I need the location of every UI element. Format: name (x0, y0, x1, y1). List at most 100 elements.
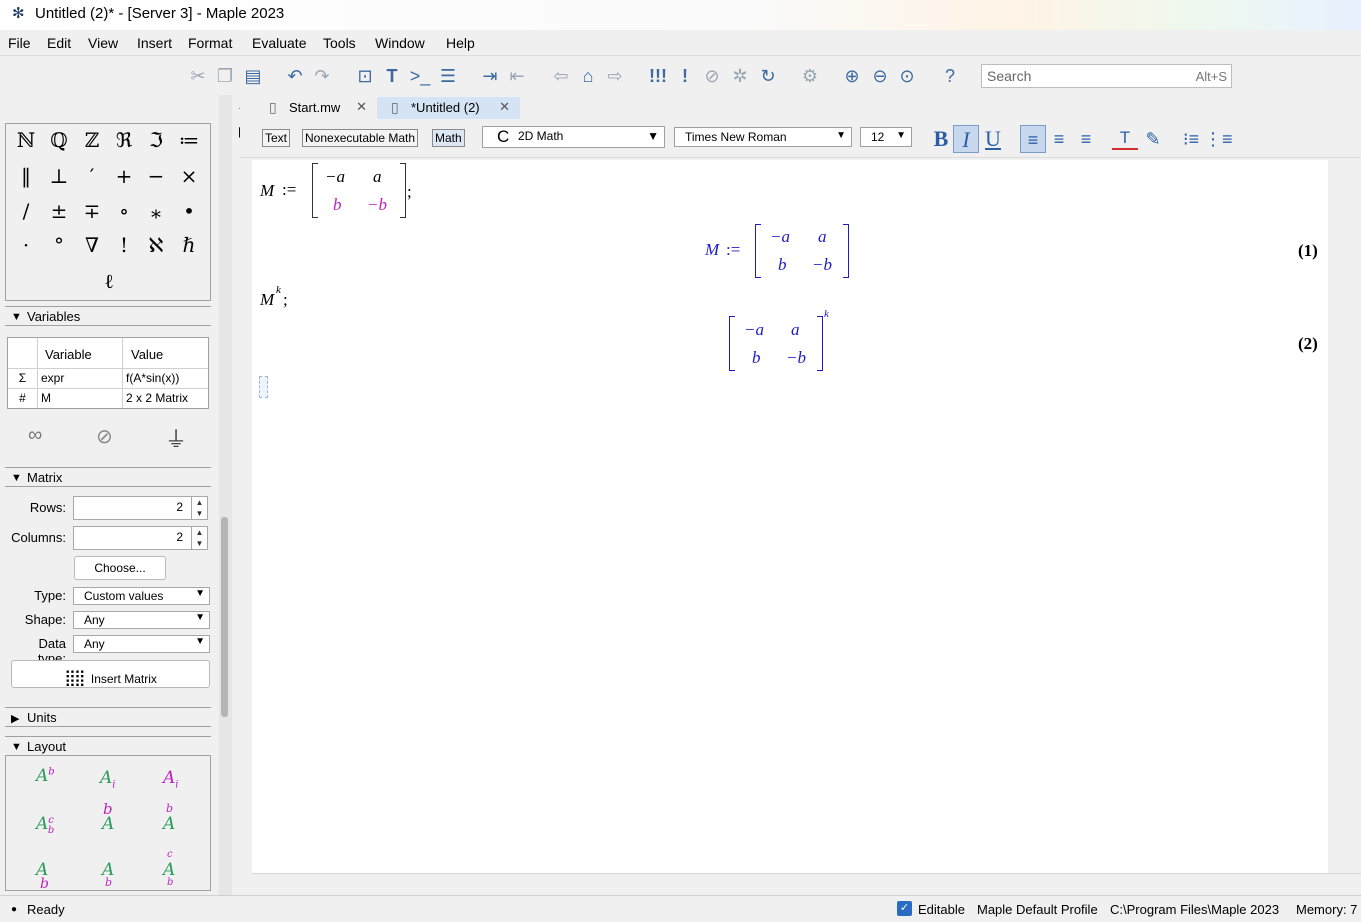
redo-icon[interactable]: ↷ (310, 64, 334, 88)
indent-icon[interactable]: ⇥ (478, 64, 502, 88)
tab-start[interactable]: ▯ Start.mw ✕ (255, 97, 377, 119)
units-header[interactable]: ▶ Units (5, 707, 211, 727)
layout-overunder-top[interactable]: c (167, 849, 173, 860)
times-symbol[interactable]: × (175, 162, 203, 190)
undo-icon[interactable]: ↶ (283, 64, 307, 88)
variable-name[interactable]: expr (38, 368, 123, 388)
palette-scrollbar[interactable] (219, 95, 232, 895)
horizontal-scrollbar[interactable] (252, 873, 1361, 895)
outdent-icon[interactable]: ⇤ (505, 64, 529, 88)
cut-icon[interactable]: ✂ (186, 64, 210, 88)
underline-icon[interactable]: U (980, 125, 1006, 153)
menu-evaluate[interactable]: Evaluate (252, 35, 306, 51)
profile-label[interactable]: Maple Default Profile (977, 902, 1098, 917)
layout-sub-superscript[interactable]: Acb (36, 814, 54, 836)
editable-checkbox[interactable]: ✓ (897, 901, 912, 916)
insert-matrix-button[interactable]: ⣿⣿ Insert Matrix (11, 660, 210, 688)
type-dropdown[interactable]: Custom values ▼ (73, 587, 210, 605)
integers-symbol[interactable]: ℤ (78, 126, 106, 154)
close-icon[interactable]: ✕ (499, 99, 510, 115)
input-mode-dropdown[interactable]: C 2D Math ▼ (482, 126, 665, 148)
menu-format[interactable]: Format (188, 35, 232, 51)
empty-input-cursor[interactable] (259, 376, 268, 398)
menu-tools[interactable]: Tools (323, 35, 356, 51)
search-input[interactable]: Search Alt+S (981, 64, 1232, 88)
prompt-icon[interactable]: >_ (408, 64, 432, 88)
layout-underscript[interactable]: b (40, 876, 49, 892)
plus-symbol[interactable]: + (110, 162, 138, 190)
ell-symbol[interactable]: ℓ (95, 267, 123, 295)
filter-icon[interactable]: ⏚ (165, 422, 187, 454)
slash-symbol[interactable]: / (12, 197, 40, 225)
copy-icon[interactable]: ❐ (213, 64, 237, 88)
stepper-arrows-icon[interactable]: ▲ ▼ (191, 497, 207, 519)
math-input-icon[interactable]: ⊡ (353, 64, 377, 88)
asterisk-symbol[interactable]: ⁎ (142, 197, 170, 225)
debug-icon[interactable]: ✲ (728, 64, 752, 88)
hide-icon[interactable]: ⊘ (96, 424, 113, 449)
layout-overscript-small-base[interactable]: A (163, 814, 175, 834)
zoom-in-icon[interactable]: ⊕ (840, 64, 864, 88)
menu-help[interactable]: Help (446, 35, 475, 51)
align-center-icon[interactable]: ≡ (1046, 125, 1072, 153)
italic-icon[interactable]: I (953, 125, 979, 153)
text-color-icon[interactable]: T (1112, 128, 1138, 150)
imag-part-symbol[interactable]: ℑ (142, 126, 170, 154)
nonexecutable-math-button[interactable]: Nonexecutable Math (302, 129, 419, 147)
variables-header[interactable]: ▼ Variables (5, 306, 211, 326)
text-mode-button[interactable]: Text (262, 129, 291, 147)
factorial-symbol[interactable]: ! (110, 231, 138, 259)
menu-edit[interactable]: Edit (47, 35, 71, 51)
layout-superscript[interactable]: Ab (36, 766, 55, 786)
worksheet[interactable]: M := −a a b −b ; M := −a a b −b (1) M k … (252, 160, 1328, 873)
layout-overunder-bottom[interactable]: b (167, 877, 173, 888)
prime-symbol[interactable]: ′ (78, 162, 106, 190)
zoom-reset-icon[interactable]: ⊙ (895, 64, 919, 88)
menu-insert[interactable]: Insert (137, 35, 172, 51)
align-left-icon[interactable]: ≡ (1020, 125, 1046, 153)
plusminus-symbol[interactable]: ± (45, 197, 73, 225)
variable-value[interactable]: 2 x 2 Matrix (123, 388, 208, 408)
connect-icon[interactable]: ⚙ (798, 64, 822, 88)
datatype-dropdown[interactable]: Any ▼ (73, 635, 210, 653)
variable-name[interactable]: M (38, 388, 123, 408)
text-mode-icon[interactable]: T (380, 64, 404, 88)
variable-value[interactable]: f(A*sin(x)) (123, 368, 208, 388)
columns-stepper[interactable]: 2 ▲ ▼ (73, 526, 208, 550)
minusplus-symbol[interactable]: ∓ (78, 197, 106, 225)
compose-symbol[interactable]: ∘ (110, 197, 138, 225)
layout-subscript[interactable]: Ai (100, 768, 115, 790)
value-column-header[interactable]: Value (123, 338, 208, 368)
bullet-symbol[interactable]: • (175, 197, 203, 225)
bold-icon[interactable]: B (928, 125, 954, 153)
help-icon[interactable]: ? (938, 64, 962, 88)
shape-dropdown[interactable]: Any ▼ (73, 611, 210, 629)
font-dropdown[interactable]: Times New Roman ▼ (674, 127, 852, 147)
scrollbar-thumb[interactable] (221, 517, 228, 717)
hbar-symbol[interactable]: ℏ (175, 231, 203, 259)
paste-icon[interactable]: ▤ (241, 64, 265, 88)
section-icon[interactable]: ☰ (436, 64, 460, 88)
aleph-symbol[interactable]: ℵ (142, 231, 170, 259)
matrix-header[interactable]: ▼ Matrix (5, 467, 211, 487)
zoom-out-icon[interactable]: ⊖ (868, 64, 892, 88)
align-right-icon[interactable]: ≡ (1073, 125, 1099, 153)
degree-symbol[interactable]: ° (45, 231, 73, 259)
layout-header[interactable]: ▼ Layout (5, 736, 211, 756)
close-icon[interactable]: ✕ (356, 99, 367, 115)
input1-matrix[interactable]: −a a b −b (312, 163, 406, 218)
naturals-symbol[interactable]: ℕ (12, 126, 40, 154)
rows-stepper[interactable]: 2 ▲ ▼ (73, 496, 208, 520)
math-mode-button[interactable]: Math (432, 129, 465, 147)
restart-icon[interactable]: ↻ (756, 64, 780, 88)
perp-symbol[interactable]: ⊥ (45, 162, 73, 190)
layout-underscript-small[interactable]: b (105, 876, 112, 889)
layout-overscript-base[interactable]: A (102, 814, 114, 834)
real-part-symbol[interactable]: ℜ (110, 126, 138, 154)
execute-all-icon[interactable]: !!! (646, 64, 670, 88)
menu-view[interactable]: View (88, 35, 118, 51)
menu-window[interactable]: Window (375, 35, 425, 51)
stop-icon[interactable]: ⊘ (700, 64, 724, 88)
dot-symbol[interactable]: · (12, 231, 40, 259)
stepper-arrows-icon[interactable]: ▲ ▼ (191, 527, 207, 549)
